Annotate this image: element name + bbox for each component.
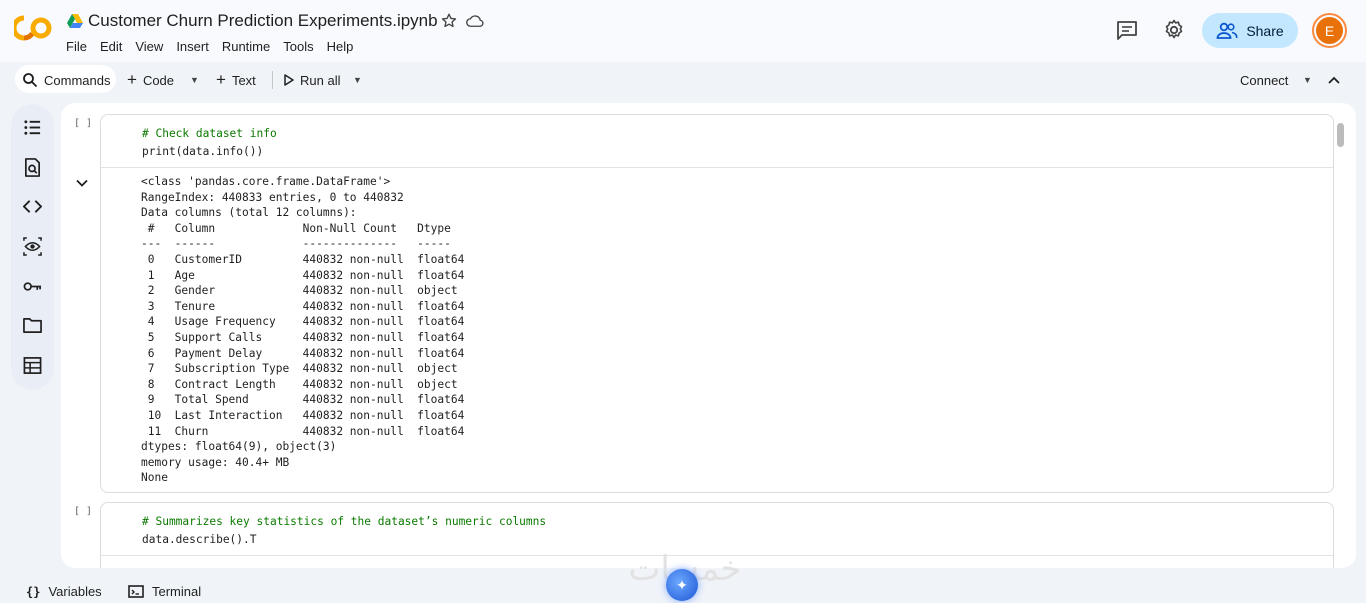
plus-icon: + <box>127 70 137 89</box>
notebook-scrollbar[interactable] <box>1337 123 1344 147</box>
output-line: Data columns (total 12 columns): <box>141 206 357 220</box>
output-line: 7 Subscription Type 440832 non-null obje… <box>141 362 465 376</box>
connect-dropdown-button[interactable]: ▼ <box>1303 68 1312 92</box>
colab-logo-icon[interactable] <box>14 14 52 42</box>
menu-help[interactable]: Help <box>327 39 354 54</box>
share-label: Share <box>1246 22 1284 39</box>
braces-icon: {} <box>26 584 41 599</box>
output-line: dtypes: float64(9), object(3) <box>141 440 337 454</box>
menu-edit[interactable]: Edit <box>100 39 122 54</box>
output-line: <class 'pandas.core.frame.DataFrame'> <box>141 175 391 188</box>
connect-button[interactable]: Connect <box>1240 68 1288 92</box>
menu-file[interactable]: File <box>66 39 87 54</box>
terminal-label: Terminal <box>152 584 202 599</box>
menu-view[interactable]: View <box>135 39 163 54</box>
add-code-label: Code <box>142 72 175 88</box>
caret-down-icon: ▼ <box>353 75 362 85</box>
app-header: Customer Churn Prediction Experiments.ip… <box>0 0 1366 62</box>
menu-bar: File Edit View Insert Runtime Tools Help <box>66 39 366 54</box>
files-folder-icon[interactable] <box>23 316 42 335</box>
output-line: RangeIndex: 440833 entries, 0 to 440832 <box>141 190 404 204</box>
terminal-button[interactable]: Terminal <box>128 584 201 599</box>
code-snippets-icon[interactable] <box>23 197 42 216</box>
secrets-key-icon[interactable] <box>23 277 42 296</box>
cloud-saved-icon[interactable] <box>466 13 484 29</box>
drive-icon[interactable] <box>67 14 83 28</box>
output-line: # Column Non-Null Count Dtype <box>141 221 465 235</box>
code-line: print(data.info()) <box>142 144 264 158</box>
menu-runtime[interactable]: Runtime <box>222 39 270 54</box>
menu-tools[interactable]: Tools <box>283 39 313 54</box>
sparkle-icon: ✦ <box>676 576 688 593</box>
notebook-toolbar: Commands + Code ▼ + Text Run all ▼ Conne… <box>0 62 1366 96</box>
run-all-dropdown-button[interactable]: ▼ <box>353 68 362 92</box>
output-line: 9 Total Spend 440832 non-null float64 <box>141 393 465 407</box>
plus-icon: + <box>216 70 226 89</box>
avatar-initial: E <box>1316 17 1343 44</box>
output-line: memory usage: 40.4+ MB <box>141 455 290 469</box>
output-line: 5 Support Calls 440832 non-null float64 <box>141 330 465 344</box>
find-replace-icon[interactable] <box>23 158 42 177</box>
search-icon <box>23 73 38 88</box>
variables-button[interactable]: {} Variables <box>26 584 102 599</box>
left-sidebar <box>11 104 54 390</box>
code-dropdown-button[interactable]: ▼ <box>190 68 199 92</box>
output-line: 0 CustomerID 440832 non-null float64 <box>141 252 465 266</box>
output-line: 6 Payment Delay 440832 non-null float64 <box>141 346 465 360</box>
cell-output: <class 'pandas.core.frame.DataFrame'> Ra… <box>141 174 464 486</box>
connect-label: Connect <box>1240 72 1289 88</box>
terminal-icon <box>128 585 144 598</box>
cell-output-divider <box>101 167 1333 168</box>
add-text-button[interactable]: + Text <box>216 68 256 92</box>
variable-inspector-eye-icon[interactable] <box>23 237 42 256</box>
code-editor[interactable]: # Check dataset info print(data.info()) <box>142 125 277 160</box>
chevron-up-icon <box>1328 76 1340 84</box>
variables-label: Variables <box>48 584 102 599</box>
code-comment: # Check dataset info <box>142 127 277 140</box>
output-line: 10 Last Interaction 440832 non-null floa… <box>141 408 465 422</box>
output-line: 8 Contract Length 440832 non-null object <box>141 377 465 391</box>
commands-label: Commands <box>44 72 111 88</box>
add-code-button[interactable]: + Code <box>127 68 174 92</box>
output-line: 4 Usage Frequency 440832 non-null float6… <box>141 315 465 329</box>
share-button[interactable]: Share <box>1202 13 1298 48</box>
run-all-label: Run all <box>300 72 341 88</box>
output-line: None <box>141 471 168 485</box>
code-editor[interactable]: # Summarizes key statistics of the datas… <box>142 513 546 548</box>
play-icon <box>284 74 294 86</box>
output-line: 3 Tenure 440832 non-null float64 <box>141 299 465 313</box>
gemini-sparkle-button[interactable]: ✦ <box>666 569 698 601</box>
comment-icon[interactable] <box>1115 18 1139 42</box>
output-line: 1 Age 440832 non-null float64 <box>141 268 465 282</box>
people-icon <box>1216 22 1238 39</box>
notebook-title[interactable]: Customer Churn Prediction Experiments.ip… <box>88 11 438 31</box>
commands-item[interactable]: Commands <box>22 68 110 92</box>
output-line: 2 Gender 440832 non-null object <box>141 284 465 298</box>
avatar[interactable]: E <box>1312 13 1347 48</box>
notebook-content: [ ] # Check dataset info print(data.info… <box>61 103 1356 568</box>
output-line: 11 Churn 440832 non-null float64 <box>141 424 465 438</box>
settings-gear-icon[interactable] <box>1162 18 1186 42</box>
table-of-contents-icon[interactable] <box>23 118 42 137</box>
star-icon[interactable] <box>440 12 458 30</box>
cell-run-button[interactable]: [ ] <box>74 118 92 129</box>
cell-run-button[interactable]: [ ] <box>74 506 92 517</box>
code-line: data.describe().T <box>142 532 257 546</box>
menu-insert[interactable]: Insert <box>176 39 209 54</box>
collapse-output-chevron-icon[interactable] <box>75 176 89 190</box>
code-cell[interactable]: # Check dataset info print(data.info()) … <box>100 114 1334 493</box>
output-line: --- ------ -------------- ----- <box>141 237 465 251</box>
caret-down-icon: ▼ <box>1303 75 1312 85</box>
caret-down-icon: ▼ <box>190 75 199 85</box>
collapse-toolbar-button[interactable] <box>1328 68 1340 92</box>
add-text-label: Text <box>231 72 256 88</box>
toolbar-divider <box>272 71 273 89</box>
run-all-button[interactable]: Run all <box>284 68 340 92</box>
code-comment: # Summarizes key statistics of the datas… <box>142 515 547 528</box>
data-table-icon[interactable] <box>23 356 42 375</box>
